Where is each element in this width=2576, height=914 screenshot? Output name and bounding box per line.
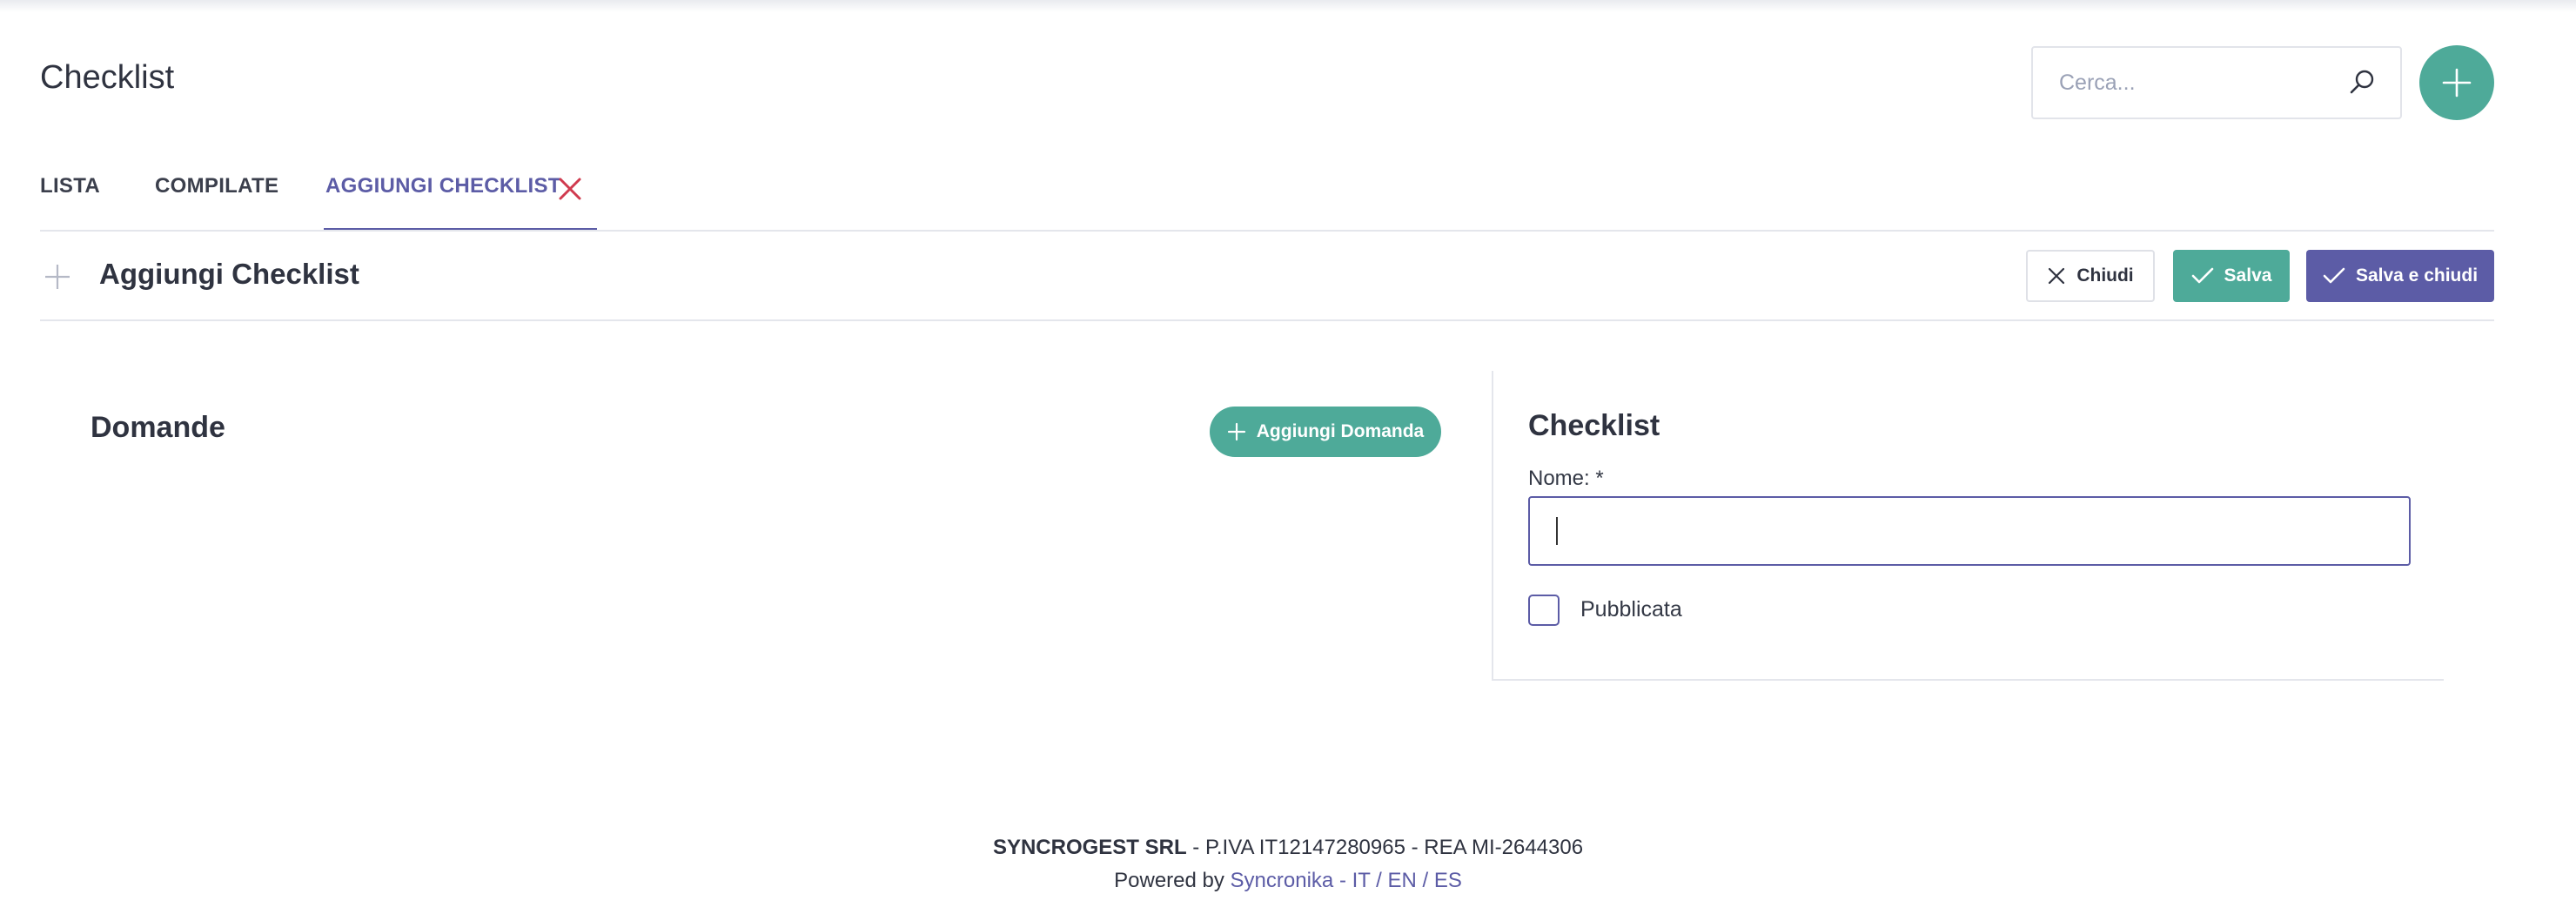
close-button[interactable]: Chiudi — [2026, 250, 2155, 302]
close-icon — [2049, 267, 2065, 285]
save-and-close-button-label: Salva e chiudi — [2355, 265, 2479, 286]
tab-label: AGGIUNGI CHECKLIST — [325, 174, 561, 198]
close-button-label: Chiudi — [2076, 265, 2134, 286]
check-icon — [2323, 267, 2345, 284]
text-cursor — [1556, 517, 1558, 545]
footer-powered-by: Powered by Syncronika - IT / EN / ES — [0, 869, 2576, 893]
tab-label: LISTA — [40, 174, 101, 198]
questions-title: Domande — [91, 411, 225, 444]
search-icon[interactable] — [2346, 67, 2378, 98]
form-title: Aggiungi Checklist — [99, 258, 359, 290]
checklist-panel-title: Checklist — [1528, 409, 1660, 442]
company-name: SYNCROGEST SRL — [992, 836, 1187, 859]
add-question-button-label: Aggiungi Domanda — [1256, 421, 1425, 441]
save-button[interactable]: Salva — [2173, 250, 2290, 302]
add-question-button[interactable]: Aggiungi Domanda — [1210, 407, 1441, 457]
tab-lista[interactable]: LISTA — [40, 165, 101, 232]
save-button-label: Salva — [2224, 265, 2272, 286]
save-and-close-button[interactable]: Salva e chiudi — [2306, 250, 2494, 302]
powered-by-text: Powered by — [1114, 869, 1231, 892]
add-new-button[interactable] — [2419, 45, 2494, 120]
published-checkbox-label: Pubblicata — [1580, 597, 1682, 622]
tabs-divider — [40, 230, 2494, 232]
company-details: - P.IVA IT12147280965 - REA MI-2644306 — [1186, 836, 1584, 859]
tab-label: COMPILATE — [155, 174, 279, 198]
top-shadow — [0, 0, 2576, 12]
syncronika-link[interactable]: Syncronika - IT / EN / ES — [1231, 869, 1462, 892]
tab-aggiungi-checklist[interactable]: AGGIUNGI CHECKLIST — [324, 165, 599, 232]
page-title: Checklist — [40, 59, 175, 96]
header-divider — [40, 319, 2494, 321]
name-field-label: Nome: * — [1528, 467, 1604, 490]
tab-compilate[interactable]: COMPILATE — [155, 165, 279, 232]
plus-icon — [2442, 68, 2472, 97]
check-icon — [2191, 267, 2213, 284]
name-input[interactable] — [1528, 496, 2411, 566]
search-input[interactable] — [2059, 48, 2338, 118]
panel-divider — [1492, 371, 1493, 681]
plus-icon — [44, 263, 71, 291]
search-box[interactable] — [2031, 46, 2402, 119]
panel-bottom-divider — [1492, 679, 2444, 681]
plus-icon — [1227, 422, 1245, 441]
footer-company: SYNCROGEST SRL - P.IVA IT12147280965 - R… — [0, 836, 2576, 860]
published-checkbox[interactable] — [1528, 595, 1560, 626]
close-icon[interactable] — [557, 176, 583, 202]
